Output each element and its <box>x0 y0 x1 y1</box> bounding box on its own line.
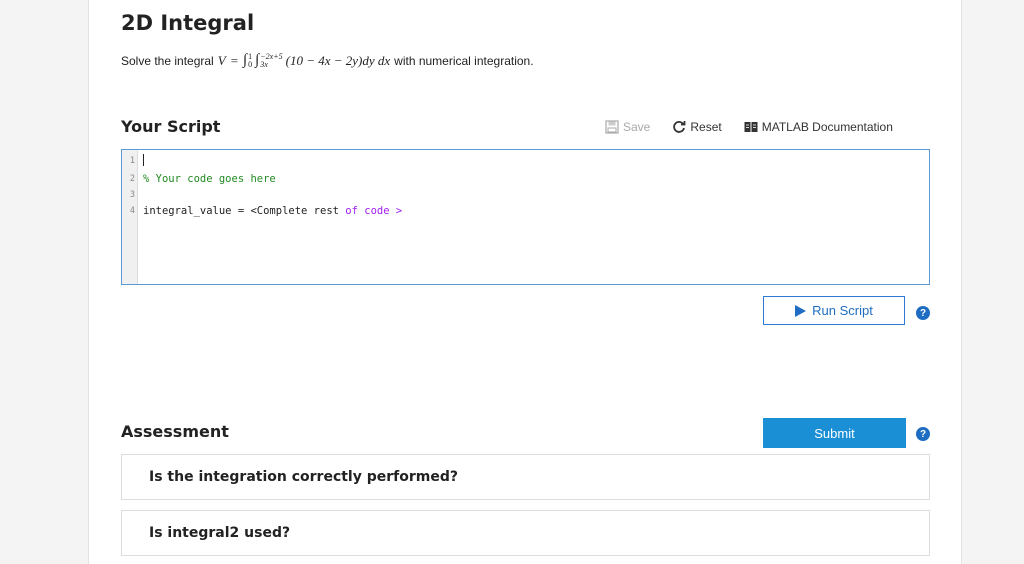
problem-statement: Solve the integral V = ∫ 1 0 ∫ −2x+5 3x … <box>121 52 534 69</box>
page-card: 2D Integral Solve the integral V = ∫ 1 0… <box>88 0 962 564</box>
submit-button[interactable]: Submit <box>763 418 906 448</box>
your-script-heading: Your Script <box>121 117 221 136</box>
math-V: V <box>217 52 226 68</box>
code-comment: % Your code goes here <box>143 173 276 185</box>
save-label: Save <box>623 120 651 134</box>
integral-expression: V = ∫ 1 0 ∫ −2x+5 3x (10 − 4x − 2y)dy dx <box>218 52 390 69</box>
reset-label: Reset <box>690 120 722 134</box>
code-line[interactable]: 1 <box>122 153 144 169</box>
code-keyword: of <box>345 205 358 217</box>
outer-lower-limit: 0 <box>248 59 253 69</box>
inner-integral-sign: ∫ <box>255 52 260 68</box>
integrand: (10 − 4x − 2y)dy dx <box>285 52 391 68</box>
save-button[interactable]: Save <box>605 120 650 134</box>
assessment-item[interactable]: Is integral2 used? <box>121 510 930 556</box>
line-number: 3 <box>129 190 135 200</box>
inner-lower-limit: 3x <box>260 59 268 69</box>
outer-limits: 1 0 <box>248 52 253 69</box>
code-line[interactable]: 2 % Your code goes here <box>122 171 276 187</box>
code-editor[interactable]: 1 2 % Your code goes here 3 4 integral_v… <box>121 149 930 285</box>
code-line-text <box>138 153 144 169</box>
run-script-label: Run Script <box>812 303 873 318</box>
math-equals: = <box>230 52 239 68</box>
submit-help-icon[interactable]: ? <box>916 427 930 441</box>
code-text-b: code > <box>357 205 403 217</box>
reset-icon <box>673 121 686 133</box>
reset-button[interactable]: Reset <box>672 120 722 134</box>
line-number: 1 <box>129 156 135 166</box>
matlab-documentation-link[interactable]: MATLAB Documentation <box>744 120 893 134</box>
script-toolbar: Save Reset MATLAB Documentation <box>605 120 893 134</box>
problem-prefix: Solve the integral <box>121 53 214 68</box>
text-caret <box>143 153 144 166</box>
book-icon <box>744 122 758 132</box>
assessment-heading: Assessment <box>121 422 229 441</box>
line-number: 2 <box>129 174 135 184</box>
page-title: 2D Integral <box>121 11 255 35</box>
code-line-text: integral_value = <Complete rest of code … <box>138 205 402 217</box>
code-line[interactable]: 4 integral_value = <Complete rest of cod… <box>122 203 402 219</box>
assessment-item-text: Is integral2 used? <box>149 525 291 541</box>
save-icon <box>605 120 619 134</box>
assessment-item[interactable]: Is the integration correctly performed? <box>121 454 930 500</box>
code-line[interactable]: 3 <box>122 187 143 203</box>
problem-suffix: with numerical integration. <box>394 53 534 68</box>
line-number: 4 <box>129 206 135 216</box>
run-script-button[interactable]: Run Script <box>763 296 905 325</box>
code-text-a: integral_value = <Complete rest <box>143 205 346 217</box>
inner-limits: −2x+5 3x <box>260 52 282 69</box>
docs-label: MATLAB Documentation <box>761 120 893 134</box>
assessment-item-text: Is the integration correctly performed? <box>149 469 458 485</box>
submit-label: Submit <box>814 425 855 441</box>
play-icon <box>795 304 807 317</box>
outer-integral-sign: ∫ <box>243 52 248 68</box>
run-help-icon[interactable]: ? <box>916 306 930 320</box>
